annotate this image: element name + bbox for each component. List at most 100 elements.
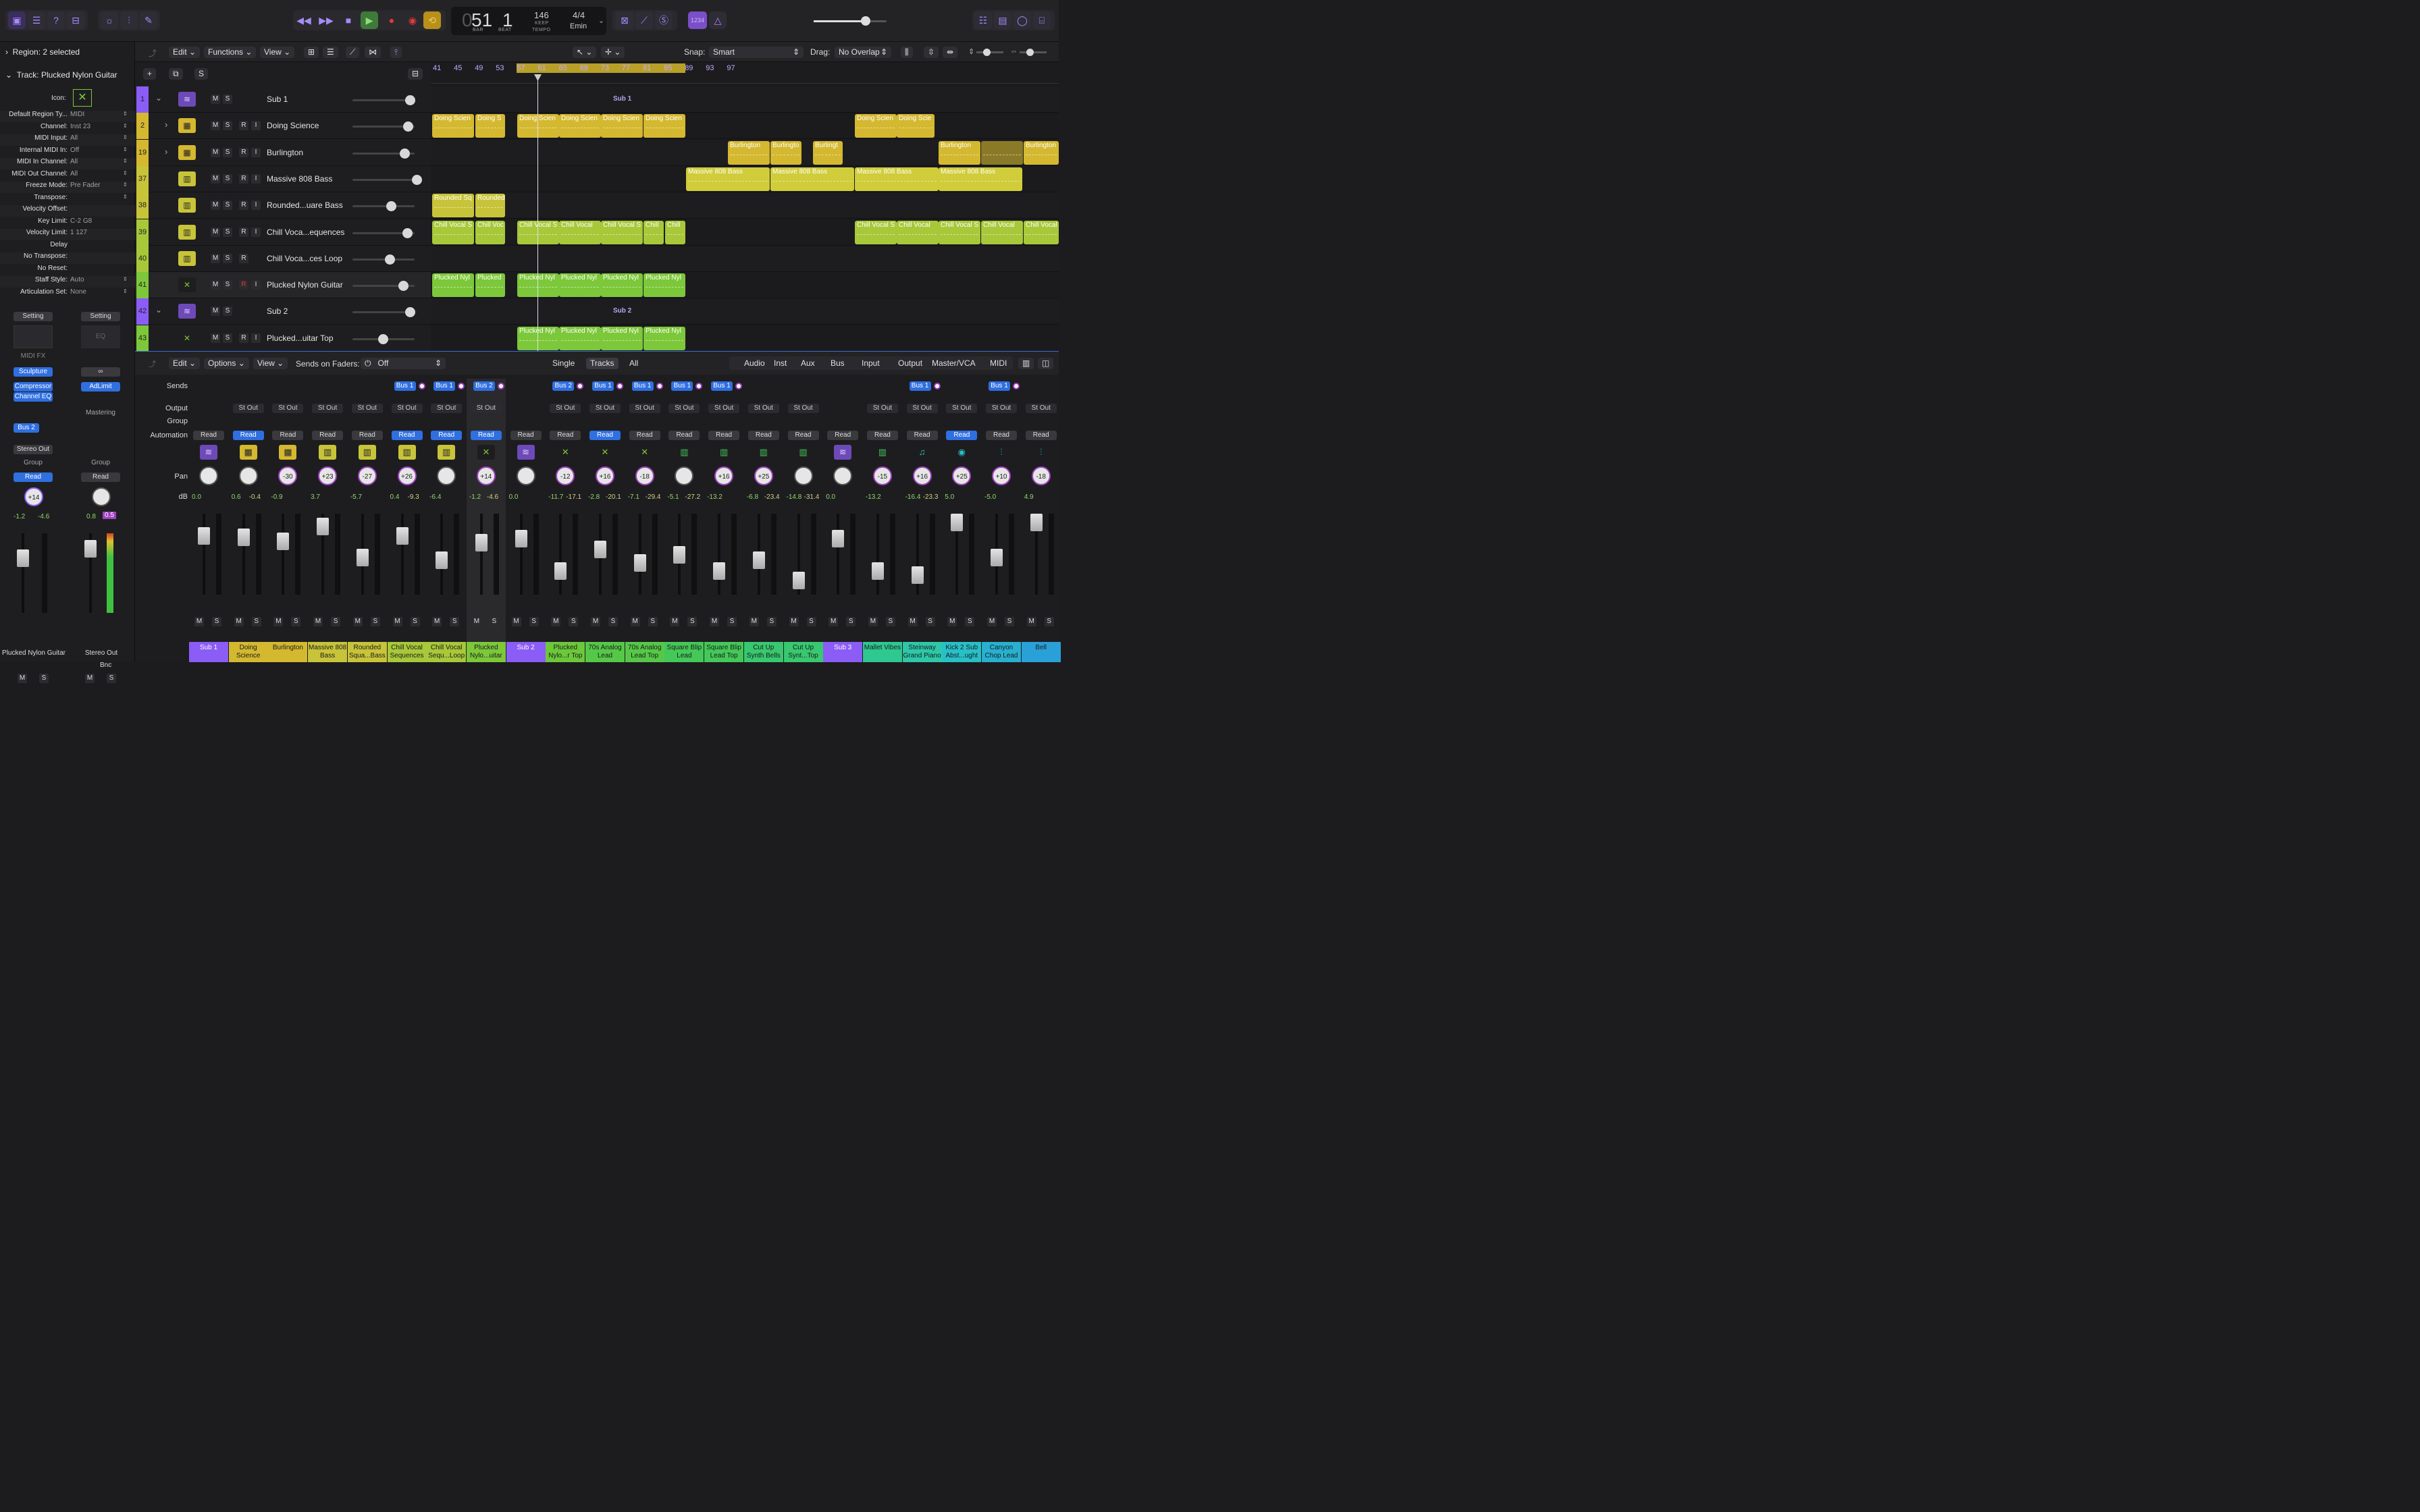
sub-track-icon[interactable]: ≋ (178, 92, 196, 107)
mute-button[interactable]: M (211, 333, 220, 343)
wave-channel-icon[interactable]: ⫶ (993, 445, 1010, 460)
volume-fader-2[interactable] (84, 533, 97, 613)
mixer-edit-menu[interactable]: Edit ⌄ (169, 358, 201, 369)
pan-knob[interactable]: -30 (278, 466, 298, 485)
fader-cap[interactable] (317, 518, 330, 535)
mute-button[interactable]: M (670, 617, 680, 626)
send-button[interactable]: Bus 1 (433, 381, 456, 391)
mute-button[interactable]: M (211, 147, 220, 157)
channel-name[interactable]: Chill Vocal Sequences (387, 642, 427, 662)
pan-knob[interactable] (437, 466, 456, 485)
region[interactable]: Burlingt (813, 140, 843, 165)
inspector-row[interactable]: Transpose: ⇕ (0, 194, 135, 205)
region[interactable]: Plucked Nyl (601, 326, 643, 350)
region[interactable]: Massive 808 Bass (770, 167, 854, 191)
solo-mode-icon[interactable]: Ⓢ (655, 11, 673, 29)
track-volume-slider[interactable] (352, 281, 415, 292)
inspector-row[interactable]: Channel: Inst 23 ⇕ (0, 123, 135, 134)
output-button[interactable]: St Out (550, 404, 581, 413)
solo-button[interactable]: S (370, 617, 380, 626)
region[interactable]: Chill Vocal (897, 220, 939, 244)
volume-fader[interactable] (237, 514, 250, 595)
region[interactable]: Chill Vocal (559, 220, 601, 244)
expand-chevron-icon[interactable]: › (165, 146, 167, 157)
track-volume-knob[interactable] (412, 174, 422, 185)
keys-channel-icon[interactable]: ▥ (754, 445, 772, 460)
send-button[interactable]: Bus 1 (711, 381, 733, 391)
send-level-knob[interactable] (695, 383, 703, 389)
collapse-chevron-icon[interactable]: ⌄ (155, 93, 162, 103)
tuner-icon[interactable]: ⊠ (616, 11, 633, 29)
record-icon[interactable]: ● (383, 11, 400, 29)
toolbar-icon[interactable]: ⊟ (67, 11, 84, 29)
fader-cap[interactable] (713, 562, 726, 580)
track-volume-knob[interactable] (378, 333, 388, 344)
pointer-tool-icon[interactable]: ↖ ⌄ (573, 47, 597, 58)
mute-button[interactable]: M (211, 173, 220, 184)
fader-cap[interactable] (991, 549, 1003, 566)
channel-name[interactable]: Canyon Chop Lead (982, 642, 1021, 662)
region[interactable]: Chill Vocal S (517, 220, 559, 244)
region[interactable]: Chill Voc (475, 220, 505, 244)
filter-midi[interactable]: MIDI (986, 358, 1011, 369)
region[interactable]: Doing Scien (855, 114, 897, 138)
bounce-button[interactable]: Bnc (100, 662, 111, 669)
mute-button[interactable]: M (511, 617, 521, 626)
updown-icon[interactable]: ⇕ (123, 288, 128, 294)
link-icon[interactable]: ∞ (81, 367, 120, 377)
automation-mode-button[interactable]: Read (827, 431, 859, 440)
region[interactable]: Plucked Nyl (517, 273, 559, 298)
pan-knob[interactable] (675, 466, 694, 485)
fader-cap[interactable] (1030, 514, 1043, 531)
synth-channel-icon[interactable]: ▥ (319, 445, 337, 460)
mute-button[interactable]: M (273, 617, 284, 626)
volume-fader[interactable] (832, 514, 845, 595)
group-label[interactable]: Group (12, 459, 54, 466)
output-button[interactable]: St Out (747, 404, 779, 413)
output-button[interactable]: St Out (708, 404, 740, 413)
guitar-channel-icon[interactable]: ✕ (596, 445, 614, 460)
master-volume-knob[interactable] (861, 16, 870, 26)
solo-button[interactable]: S (489, 617, 499, 626)
track-volume-knob[interactable] (400, 148, 410, 159)
pan-knob-2[interactable] (92, 487, 111, 506)
smart-controls-icon[interactable]: ☼ (101, 11, 118, 29)
send-level-knob[interactable] (735, 383, 743, 389)
track-list-icon[interactable]: ⊟ (408, 68, 423, 80)
stop-icon[interactable]: ■ (340, 11, 357, 29)
horizontal-zoom-slider[interactable] (1020, 49, 1047, 56)
track-row[interactable]: 42 ⌄ ≋ M S Sub 2 (135, 298, 431, 325)
mute-button[interactable]: M (710, 617, 720, 626)
volume-fader[interactable] (1030, 514, 1043, 595)
automation-button-2[interactable]: Read (81, 473, 120, 482)
inspector-row[interactable]: MIDI Input: All ⇕ (0, 134, 135, 146)
track-volume-slider[interactable] (352, 333, 415, 344)
fader-cap[interactable] (792, 572, 805, 589)
automation-mode-button[interactable]: Read (668, 431, 700, 440)
send-button[interactable]: Bus 1 (909, 381, 931, 391)
region[interactable]: Chill Vocal S (855, 220, 897, 244)
channel-name[interactable]: Kick 2 Sub Abst...ught (942, 642, 982, 662)
plugin-channel-eq[interactable]: Channel EQ (14, 392, 53, 402)
editors-icon[interactable]: ✎ (140, 11, 157, 29)
output-button[interactable]: St Out (391, 404, 423, 413)
solo-button[interactable]: S (846, 617, 856, 626)
input-monitor-button[interactable]: I (251, 147, 261, 157)
fader-cap[interactable] (356, 549, 369, 566)
mute-button[interactable]: M (947, 617, 957, 626)
keys-channel-icon[interactable]: ▥ (675, 445, 693, 460)
pan-knob[interactable]: +14 (476, 466, 496, 485)
fader-cap[interactable] (752, 551, 765, 569)
automation-mode-button[interactable]: Read (431, 431, 463, 440)
track-volume-knob[interactable] (402, 227, 413, 238)
drum-channel-icon[interactable]: ▦ (239, 445, 257, 460)
guitar-track-icon[interactable]: ✕ (178, 330, 196, 346)
pan-knob[interactable]: -12 (556, 466, 575, 485)
track-name[interactable]: Chill Voca...ces Loop (267, 254, 342, 263)
track-name[interactable]: Sub 2 (267, 306, 288, 316)
region[interactable]: Doing S (475, 114, 505, 138)
sub-channel-icon[interactable]: ≋ (200, 445, 217, 460)
track-lane[interactable] (431, 245, 1059, 272)
fader-cap[interactable] (237, 529, 250, 546)
filter-inst[interactable]: Inst (770, 358, 791, 369)
